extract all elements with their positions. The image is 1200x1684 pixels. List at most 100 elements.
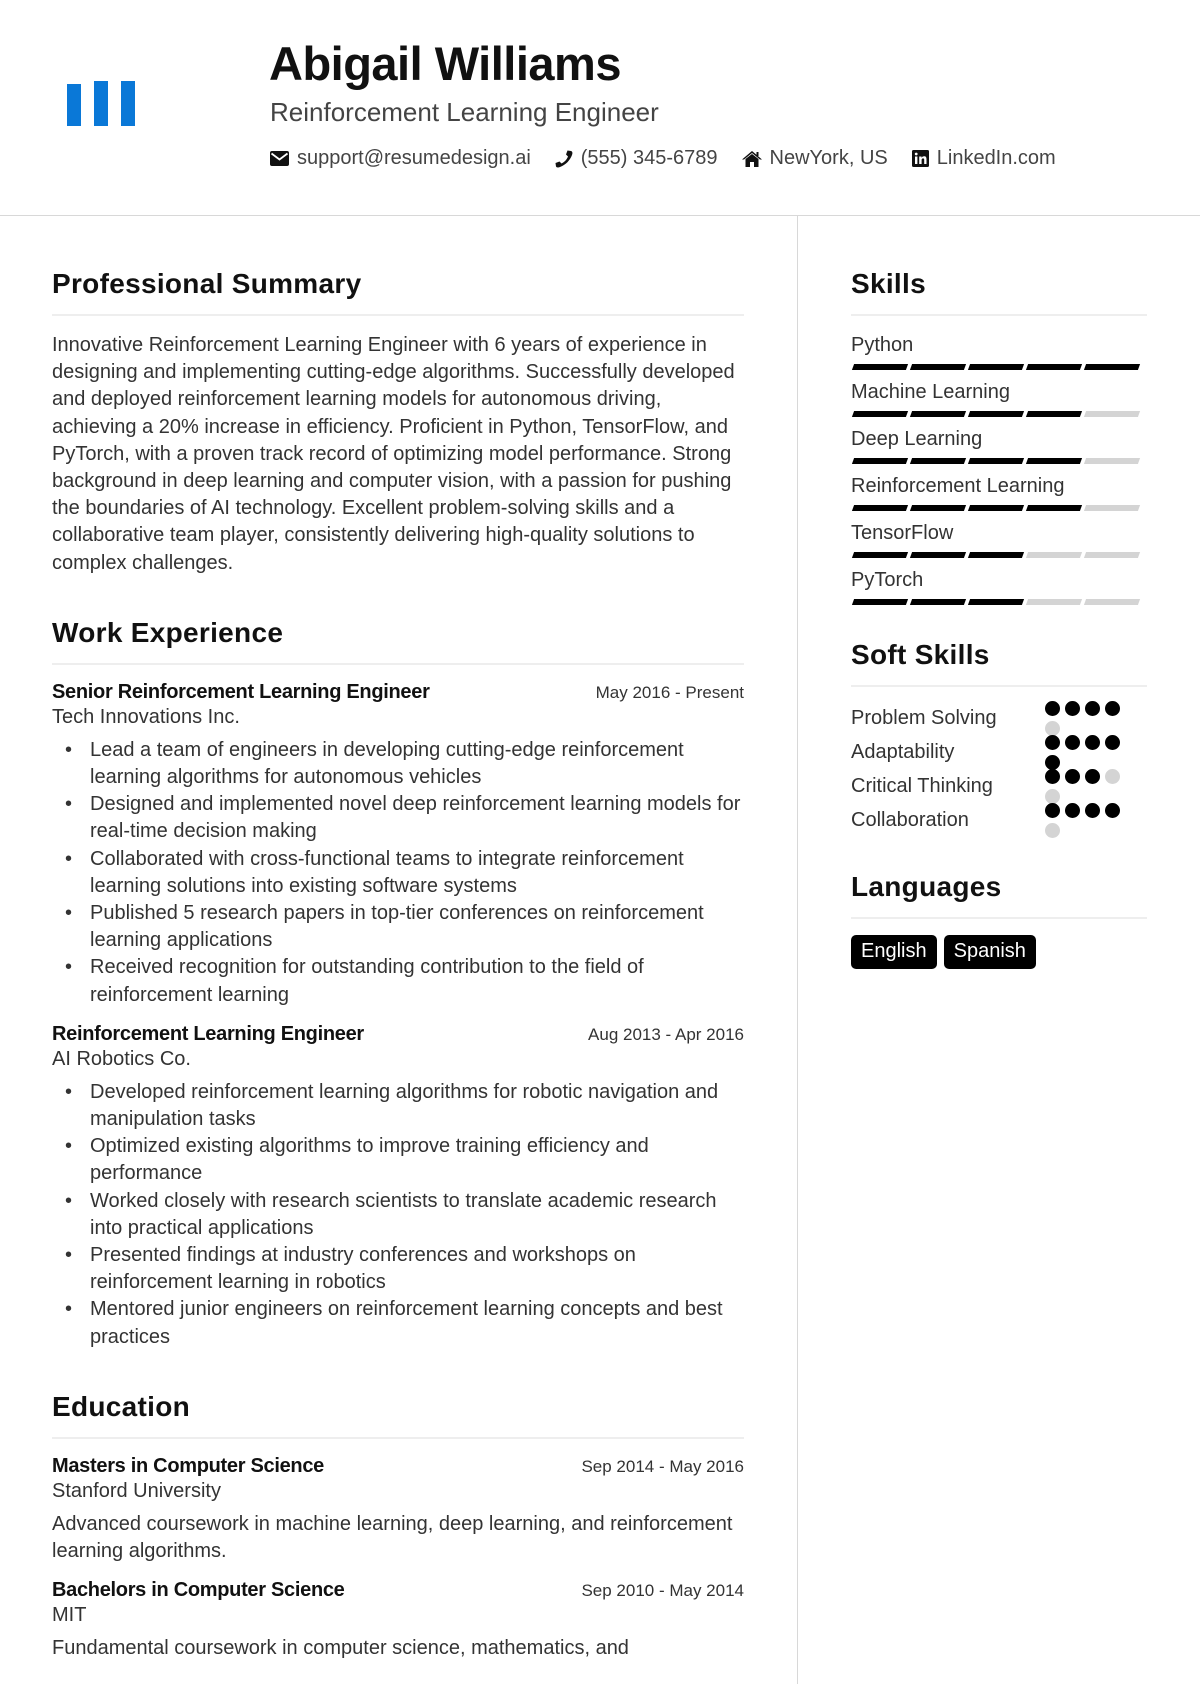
contact-phone[interactable]: (555) 345-6789 <box>555 147 718 170</box>
job-bullet: Lead a team of engineers in developing c… <box>52 737 744 791</box>
main-column: Professional Summary Innovative Reinforc… <box>52 216 744 1663</box>
soft-skill-rating <box>1045 700 1125 736</box>
skill-segment-filled <box>967 599 1025 605</box>
job-entry: Reinforcement Learning Engineer Aug 2013… <box>52 1023 744 1351</box>
skill-segment-filled <box>851 458 909 464</box>
rating-dot-empty <box>1045 822 1060 838</box>
summary-text: Innovative Reinforcement Learning Engine… <box>52 334 735 574</box>
job-dates: May 2016 - Present <box>595 682 744 702</box>
rating-dot-empty <box>1105 768 1120 784</box>
school: MIT <box>52 1604 87 1627</box>
soft-skills-list: Problem Solving Adaptability Critical Thin… <box>851 700 1147 838</box>
school: Stanford University <box>52 1479 221 1502</box>
skill-segment-filled <box>909 364 967 370</box>
skill-segment-filled <box>967 552 1025 558</box>
skill-name: Reinforcement Learning <box>851 475 1065 497</box>
skill-name: PyTorch <box>851 569 924 591</box>
candidate-title: Reinforcement Learning Engineer <box>270 97 659 127</box>
skill-segment-empty <box>1025 599 1083 605</box>
skill-segment-filled <box>967 364 1025 370</box>
rating-dot-filled <box>1085 768 1100 784</box>
skills-heading: Skills <box>851 268 1147 316</box>
soft-skill-name: Collaboration <box>851 808 969 831</box>
job-bullet: Presented findings at industry conferenc… <box>52 1242 744 1296</box>
skill-level-bar <box>851 364 1147 370</box>
soft-skill-item: Adaptability <box>851 734 1147 770</box>
job-bullet: Worked closely with research scientists … <box>52 1188 744 1242</box>
rating-dot-filled <box>1065 768 1080 784</box>
degree: Bachelors in Computer Science <box>52 1579 345 1602</box>
contact-linkedin[interactable]: LinkedIn.com <box>911 147 1056 170</box>
candidate-name: Abigail Williams <box>269 37 621 90</box>
contact-location-text: NewYork, US <box>769 147 888 169</box>
contact-email-text: support@resumedesign.ai <box>297 147 531 169</box>
summary-section: Professional Summary Innovative Reinforc… <box>52 268 744 577</box>
rating-dot-filled <box>1045 768 1060 784</box>
skill-name: Deep Learning <box>851 428 983 450</box>
job-bullets: Lead a team of engineers in developing c… <box>52 737 744 1009</box>
home-icon <box>741 150 762 167</box>
skill-segment-empty <box>1025 552 1083 558</box>
rating-dot-filled <box>1045 754 1060 770</box>
skill-level-bar <box>851 599 1147 605</box>
linkedin-icon <box>911 150 929 167</box>
skill-segment-empty <box>1083 458 1141 464</box>
skill-segment-filled <box>909 458 967 464</box>
soft-skill-name: Critical Thinking <box>851 774 993 797</box>
job-title: Senior Reinforcement Learning Engineer <box>52 680 430 703</box>
logo-icon <box>67 81 137 126</box>
skill-item: Deep Learning <box>851 426 1147 464</box>
skill-item: Reinforcement Learning <box>851 473 1147 511</box>
soft-skill-name: Problem Solving <box>851 706 997 729</box>
skills-section: Skills Python Machine Learning Deep Learni… <box>851 268 1147 605</box>
contact-email[interactable]: support@resumedesign.ai <box>270 147 531 170</box>
column-divider <box>797 216 798 1684</box>
job-bullet: Received recognition for outstanding con… <box>52 954 744 1008</box>
soft-skill-rating <box>1045 734 1125 770</box>
rating-dot-filled <box>1085 700 1100 716</box>
job-bullet: Developed reinforcement learning algorit… <box>52 1079 744 1133</box>
contact-location: NewYork, US <box>741 147 888 170</box>
skill-segment-filled <box>1083 364 1141 370</box>
education-section: Education Masters in Computer Science Se… <box>52 1391 744 1663</box>
rating-dot-filled <box>1105 802 1120 818</box>
contact-phone-text: (555) 345-6789 <box>580 147 718 169</box>
skill-segment-filled <box>909 505 967 511</box>
contact-list: support@resumedesign.ai (555) 345-6789 N… <box>270 147 1080 170</box>
resume-header: Abigail Williams Reinforcement Learning … <box>0 0 1200 216</box>
skill-level-bar <box>851 505 1147 511</box>
skill-item: Python <box>851 332 1147 370</box>
skill-segment-empty <box>1083 552 1141 558</box>
envelope-icon <box>270 151 289 166</box>
contact-linkedin-text: LinkedIn.com <box>936 147 1056 169</box>
education-description: Advanced coursework in machine learning,… <box>52 1512 733 1563</box>
skill-segment-filled <box>851 552 909 558</box>
skill-item: TensorFlow <box>851 520 1147 558</box>
skills-list: Python Machine Learning Deep Learning Reinf… <box>851 332 1147 605</box>
skill-segment-filled <box>851 411 909 417</box>
skill-level-bar <box>851 552 1147 558</box>
skill-segment-filled <box>1025 364 1083 370</box>
skill-name: TensorFlow <box>851 522 954 544</box>
soft-skill-item: Critical Thinking <box>851 768 1147 804</box>
skill-segment-filled <box>967 505 1025 511</box>
rating-dot-filled <box>1065 700 1080 716</box>
rating-dot-filled <box>1065 734 1080 750</box>
job-bullet: Designed and implemented novel deep rein… <box>52 791 744 845</box>
soft-skills-heading: Soft Skills <box>851 639 1147 687</box>
soft-skill-item: Collaboration <box>851 802 1147 838</box>
skill-segment-filled <box>967 458 1025 464</box>
skill-segment-filled <box>1025 411 1083 417</box>
education-description: Fundamental coursework in computer scien… <box>52 1637 629 1660</box>
skill-name: Machine Learning <box>851 381 1010 403</box>
rating-dot-filled <box>1065 802 1080 818</box>
skill-level-bar <box>851 411 1147 417</box>
skill-segment-empty <box>1083 411 1141 417</box>
summary-heading: Professional Summary <box>52 268 744 316</box>
phone-icon <box>555 150 573 167</box>
skill-segment-filled <box>1025 458 1083 464</box>
soft-skill-item: Problem Solving <box>851 700 1147 736</box>
rating-dot-filled <box>1045 734 1060 750</box>
skill-item: PyTorch <box>851 567 1147 605</box>
rating-dot-filled <box>1105 734 1120 750</box>
